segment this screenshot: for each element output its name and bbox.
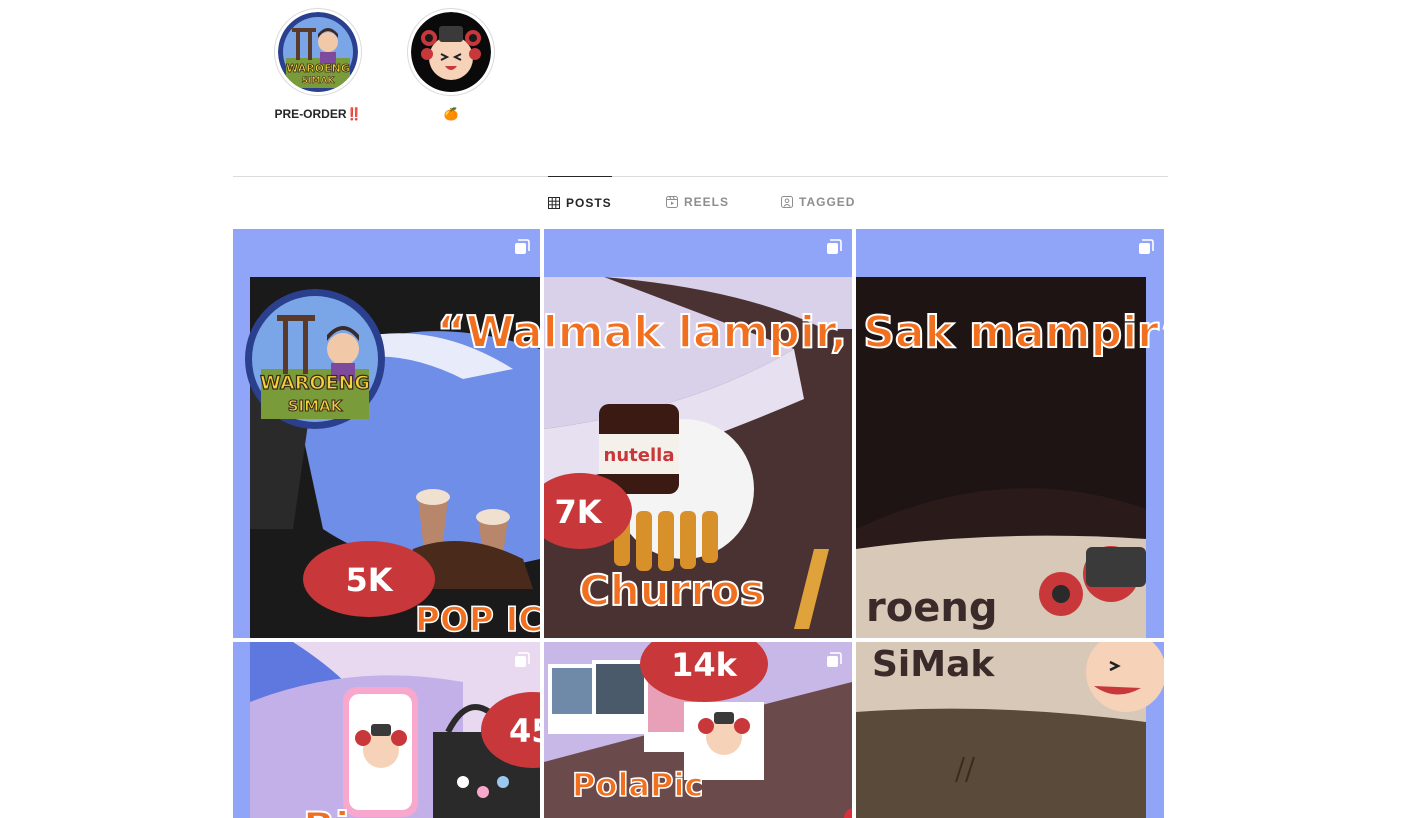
post-tile[interactable]: nutella 7K Churros “Walmak lampir, Sak m… (544, 229, 852, 638)
logo-text-line2: SIMAK (302, 76, 336, 86)
grid-icon (548, 196, 560, 209)
tab-label: REELS (684, 195, 730, 209)
post-badge: 5K (345, 561, 393, 599)
posts-grid: WAROENG SIMAK 5K POP IC “Walmak lampir, … (233, 229, 1164, 818)
post-title: PolaPic (572, 766, 703, 804)
logo-text-line1: WAROENG (260, 372, 370, 394)
post-tile[interactable]: SiMak (856, 642, 1164, 818)
highlight-orange[interactable]: 🍊 (391, 8, 511, 121)
tab-label: TAGGED (799, 195, 856, 209)
sign-text-line2: SiMak (872, 644, 995, 685)
reels-icon (666, 196, 678, 208)
carousel-icon (827, 652, 842, 667)
post-badge: 14k (671, 646, 738, 684)
carousel-icon (827, 239, 842, 254)
tab-label: POSTS (566, 195, 612, 210)
banner-text: “Walmak lampir, Sak mampir” (856, 307, 1164, 358)
tagged-icon (781, 196, 793, 208)
waroeng-simak-logo-icon: WAROENG SIMAK (278, 12, 358, 92)
tab-tagged[interactable]: TAGGED (781, 176, 855, 228)
sign-text-line1: roeng (866, 585, 997, 631)
highlight-label: 🍊 (443, 107, 459, 121)
carousel-icon (515, 652, 530, 667)
post-title: POP IC (415, 600, 540, 638)
post-tile[interactable]: 14k PolaPic (544, 642, 852, 818)
post-tile[interactable]: WAROENG SIMAK 5K POP IC “Walmak lampir, … (233, 229, 540, 638)
highlight-label: PRE-ORDER‼️ (274, 107, 362, 121)
tab-posts[interactable]: POSTS (548, 176, 612, 228)
tab-reels[interactable]: REELS (666, 176, 729, 228)
post-tile[interactable]: “Walmak lampir, Sak mampir” roeng (856, 229, 1164, 638)
logo-text-line1: WAROENG (286, 62, 350, 75)
carousel-icon (1139, 239, 1154, 254)
highlight-ring (407, 8, 495, 96)
highlight-preorder[interactable]: WAROENG SIMAK PRE-ORDER‼️ (258, 8, 378, 121)
mascot-face-icon (411, 12, 491, 92)
profile-tabs: POSTS REELS TAGGED (233, 176, 1168, 228)
jar-label: nutella (604, 445, 675, 466)
post-tile[interactable]: 45 Bi (233, 642, 540, 818)
post-title: Bi (303, 803, 349, 818)
banner-text: “Walmak lampir, Sak mampir” (437, 307, 540, 358)
banner-text: “Walmak lampir, Sak mampir” (544, 307, 852, 358)
highlight-ring: WAROENG SIMAK (274, 8, 362, 96)
logo-text-line2: SIMAK (288, 397, 344, 415)
carousel-icon (515, 239, 530, 254)
post-badge: 45 (509, 712, 540, 750)
post-badge: 7K (554, 493, 602, 531)
post-title: Churros (579, 566, 765, 615)
